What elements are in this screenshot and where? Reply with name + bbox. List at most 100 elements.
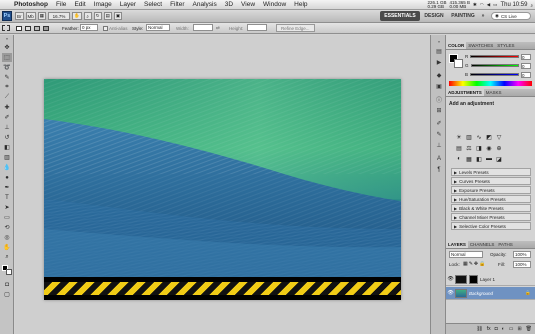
info-panel-icon[interactable]: ⓘ bbox=[434, 95, 444, 104]
selection-mode-intersect[interactable] bbox=[43, 24, 49, 32]
preset-selective-color[interactable]: ▶ Selective Color Presets bbox=[451, 222, 531, 230]
tab-color[interactable]: COLOR bbox=[446, 42, 467, 49]
anti-alias-checkbox[interactable]: Anti-alias bbox=[103, 24, 128, 32]
gradient-tool-icon[interactable]: ▥ bbox=[2, 153, 12, 162]
color-swatches[interactable] bbox=[2, 265, 12, 276]
tab-layers[interactable]: LAYERS bbox=[446, 241, 468, 248]
workspace-essentials[interactable]: ESSENTIALS bbox=[380, 11, 420, 21]
preset-levels[interactable]: ▶ Levels Presets bbox=[451, 168, 531, 176]
visibility-eye-icon[interactable]: 👁 bbox=[446, 276, 455, 282]
workspace-design[interactable]: DESIGN bbox=[423, 11, 445, 21]
menu-analysis[interactable]: Analysis bbox=[193, 1, 217, 8]
menu-window[interactable]: Window bbox=[263, 1, 286, 8]
color-slider-g[interactable]: G 0 bbox=[465, 62, 531, 69]
menu-3d[interactable]: 3D bbox=[225, 1, 233, 8]
black-white-icon[interactable]: ◨ bbox=[475, 144, 483, 152]
shape-tool-icon[interactable]: ▭ bbox=[2, 213, 12, 222]
exposure-icon[interactable]: ◩ bbox=[485, 133, 493, 141]
tab-masks[interactable]: MASKS bbox=[484, 89, 504, 96]
style-select[interactable]: Normal bbox=[146, 24, 170, 31]
launch-bridge-button[interactable]: Br bbox=[15, 12, 24, 20]
lasso-tool-icon[interactable]: ➰ bbox=[2, 63, 12, 72]
zoom-level-select[interactable]: 16.7% bbox=[48, 12, 71, 20]
crop-tool-icon[interactable]: ⌗ bbox=[2, 83, 12, 92]
eraser-tool-icon[interactable]: ◧ bbox=[2, 143, 12, 152]
photo-filter-icon[interactable]: ◉ bbox=[485, 144, 493, 152]
workspace-painting[interactable]: PAINTING bbox=[449, 11, 477, 21]
brush-presets-icon[interactable]: ✎ bbox=[434, 130, 444, 139]
hand-tool-icon[interactable]: ✋ bbox=[2, 243, 12, 252]
tab-styles[interactable]: STYLES bbox=[495, 42, 516, 49]
menu-layer[interactable]: Layer bbox=[120, 1, 136, 8]
clock[interactable]: Thu 10:59 bbox=[500, 2, 527, 8]
tool-preset-picker[interactable] bbox=[2, 24, 10, 32]
feather-input[interactable]: 0 px bbox=[80, 24, 98, 31]
history-panel-icon[interactable]: ▤ bbox=[434, 47, 444, 56]
quick-selection-tool-icon[interactable]: ✎ bbox=[2, 73, 12, 82]
layer-style-icon[interactable]: fx bbox=[487, 326, 491, 332]
tab-paths[interactable]: PATHS bbox=[496, 241, 514, 248]
brushes-panel-icon[interactable]: ✐ bbox=[434, 119, 444, 128]
volume-icon[interactable]: ◀ bbox=[487, 2, 490, 8]
refine-edge-button[interactable]: Refine Edge... bbox=[276, 24, 315, 32]
r-value-input[interactable]: 0 bbox=[521, 53, 531, 60]
clone-source-icon[interactable]: ⊥ bbox=[434, 141, 444, 150]
healing-brush-tool-icon[interactable]: ✚ bbox=[2, 103, 12, 112]
clone-stamp-tool-icon[interactable]: ⊥ bbox=[2, 123, 12, 132]
visibility-eye-icon[interactable]: 👁 bbox=[446, 290, 455, 296]
mini-bridge-icon[interactable]: ▣ bbox=[434, 82, 444, 91]
gradient-map-icon[interactable]: ▬ bbox=[485, 155, 493, 163]
workspace-more-button[interactable]: » bbox=[479, 11, 487, 21]
add-mask-icon[interactable]: ◘ bbox=[495, 326, 498, 332]
group-icon[interactable]: ▭ bbox=[509, 326, 514, 332]
brightness-contrast-icon[interactable]: ☀ bbox=[455, 133, 463, 141]
3d-panel-icon[interactable]: ◆ bbox=[434, 71, 444, 80]
document-canvas[interactable] bbox=[44, 79, 401, 300]
tab-channels[interactable]: CHANNELS bbox=[468, 241, 497, 248]
color-balance-icon[interactable]: ⚖ bbox=[465, 144, 473, 152]
curves-icon[interactable]: ∿ bbox=[475, 133, 483, 141]
preset-hue-saturation[interactable]: ▶ Hue/Saturation Presets bbox=[451, 195, 531, 203]
trash-icon[interactable]: 🗑 bbox=[526, 326, 532, 332]
rotate-view-button[interactable]: ↻ bbox=[93, 12, 102, 20]
dodge-tool-icon[interactable]: ● bbox=[2, 173, 12, 182]
g-slider-track[interactable] bbox=[470, 64, 519, 67]
navigator-panel-icon[interactable]: ⊞ bbox=[434, 106, 444, 115]
selection-mode-new[interactable] bbox=[16, 24, 22, 32]
swap-dimensions-icon[interactable]: ⇄ bbox=[216, 24, 220, 32]
preset-exposure[interactable]: ▶ Exposure Presets bbox=[451, 186, 531, 194]
color-slider-b[interactable]: B 0 bbox=[465, 71, 531, 78]
menu-file[interactable]: File bbox=[56, 1, 66, 8]
lock-buttons[interactable]: ▦✎✥🔒 bbox=[463, 261, 486, 267]
layer-row-layer-1[interactable]: 👁 Layer 1 bbox=[446, 273, 535, 286]
b-slider-track[interactable] bbox=[470, 73, 519, 76]
path-selection-tool-icon[interactable]: ➤ bbox=[2, 203, 12, 212]
view-extras-button[interactable]: ▦ bbox=[37, 12, 47, 20]
zoom-tool-icon[interactable]: ⌕ bbox=[2, 253, 12, 262]
battery-icon[interactable]: ▭ bbox=[493, 2, 497, 8]
eyedropper-tool-icon[interactable]: ⟋ bbox=[2, 93, 12, 102]
pen-tool-icon[interactable]: ✒ bbox=[2, 183, 12, 192]
r-slider-track[interactable] bbox=[470, 55, 519, 58]
new-layer-icon[interactable]: ⊞ bbox=[517, 326, 521, 332]
width-input[interactable] bbox=[193, 24, 213, 31]
layer-row-background[interactable]: 👁 Background 🔒 bbox=[446, 287, 535, 300]
blend-mode-select[interactable]: Normal bbox=[449, 251, 483, 258]
screen-mode-button[interactable]: ▣ bbox=[113, 12, 123, 20]
spotlight-icon[interactable]: ⌕ bbox=[530, 3, 533, 8]
wifi-icon[interactable]: ◠ bbox=[480, 2, 484, 8]
hue-saturation-icon[interactable]: ▤ bbox=[455, 144, 463, 152]
preset-curves[interactable]: ▶ Curves Presets bbox=[451, 177, 531, 185]
brush-tool-icon[interactable]: ✐ bbox=[2, 113, 12, 122]
levels-icon[interactable]: ▥ bbox=[465, 133, 473, 141]
preset-black-white[interactable]: ▶ Black & White Presets bbox=[451, 204, 531, 212]
color-spectrum-ramp[interactable] bbox=[449, 81, 532, 86]
threshold-icon[interactable]: ◧ bbox=[475, 155, 483, 163]
selection-mode-subtract[interactable] bbox=[34, 24, 40, 32]
selection-mode-add[interactable] bbox=[25, 24, 31, 32]
g-value-input[interactable]: 0 bbox=[521, 62, 531, 69]
preset-channel-mixer[interactable]: ▶ Channel Mixer Presets bbox=[451, 213, 531, 221]
b-value-input[interactable]: 0 bbox=[521, 71, 531, 78]
background-color-swatch[interactable] bbox=[6, 269, 12, 275]
type-tool-icon[interactable]: T bbox=[2, 193, 12, 202]
